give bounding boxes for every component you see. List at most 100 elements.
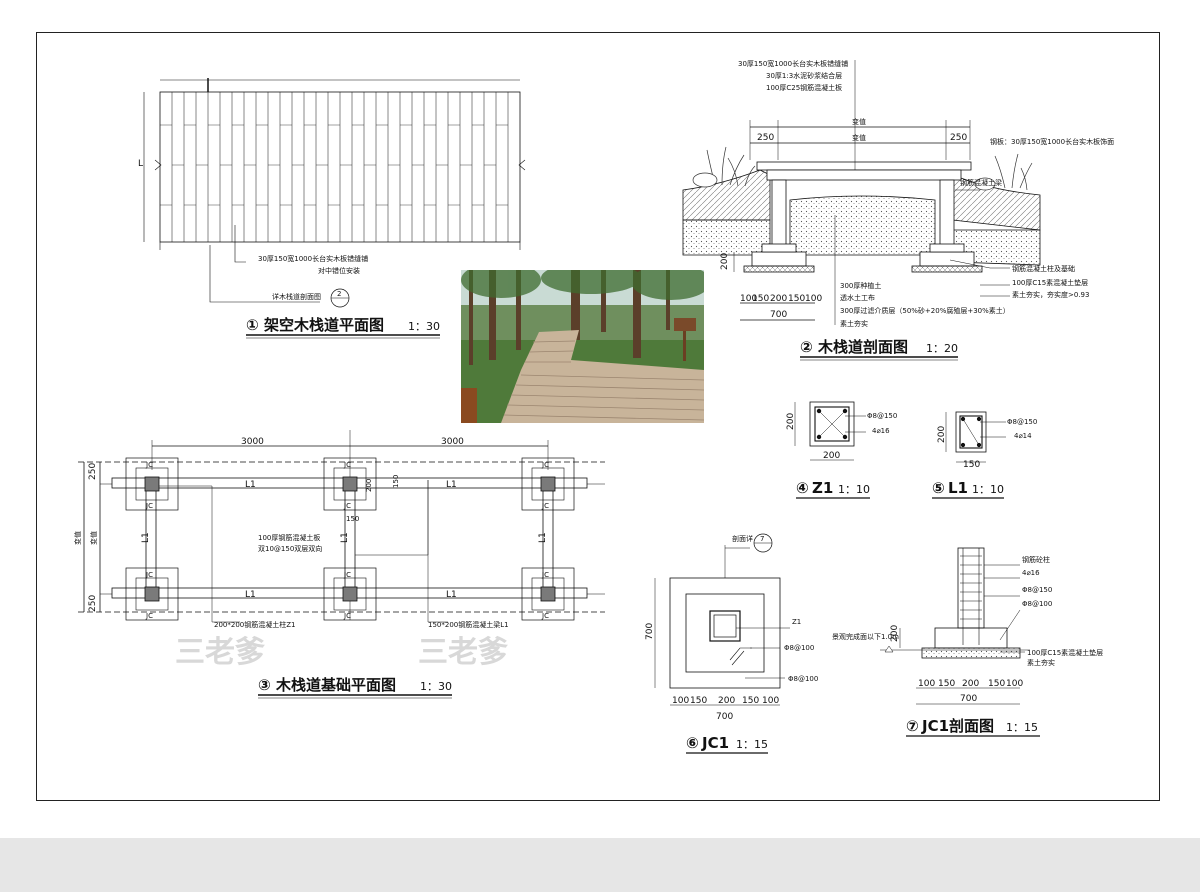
- plan1-title-block: ① 架空木栈道平面图 1：30: [246, 316, 440, 339]
- plan3-beam-top-a: L1: [245, 480, 256, 490]
- svg-text:JC: JC: [541, 502, 549, 510]
- section-dim-var2: 变值: [852, 133, 866, 142]
- z1-title-block: ④ Z1 1：10: [796, 479, 870, 499]
- plan3-d150a: 150: [392, 475, 400, 488]
- section2-num: ②: [800, 338, 813, 356]
- svg-text:JC: JC: [541, 612, 549, 620]
- section-dim-b5: 100: [805, 294, 822, 304]
- plan3-title-block: ③ 木栈道基础平面图 1：30: [258, 676, 452, 699]
- section-side-note3: 素土夯实，夯实度>0.93: [1012, 290, 1089, 299]
- plan3-slab-note2: 双10@150双层双向: [258, 544, 322, 553]
- jc1-plan: [654, 533, 790, 706]
- section-dim-b4: 150: [788, 294, 805, 304]
- l1-dim-h: 200: [937, 426, 947, 443]
- l1-title: L1: [948, 479, 968, 497]
- section2-scale: 1：20: [926, 342, 958, 355]
- section-top-note1: 30厚150宽1000长台实木板错缝铺: [738, 59, 848, 68]
- jc1-title: JC1: [701, 734, 729, 752]
- jc1s-num: ⑦: [906, 717, 919, 735]
- plan3-dim-250a: 250: [88, 463, 98, 480]
- jc1s-title: JC1剖面图: [921, 717, 994, 735]
- jc1s-dim-200: 200: [890, 625, 900, 642]
- plan3-d150b: 150: [346, 515, 359, 523]
- jc1-callout-num: 7: [760, 535, 764, 543]
- jc1s-dim-3: 200: [962, 679, 979, 689]
- deck-planks: [160, 92, 509, 242]
- jc1s-dim-5: 100: [1006, 679, 1023, 689]
- section-right-note: 钢板：30厚150宽1000长台实木板饰面: [990, 137, 1114, 146]
- plan3-dim-3000b: 3000: [441, 437, 464, 447]
- jc1s-note1: 钢筋砼柱: [1022, 555, 1050, 564]
- plan1-num: ①: [246, 316, 259, 334]
- jc1-callout: 剖面详: [732, 534, 753, 543]
- z1-scale: 1：10: [838, 483, 870, 496]
- section-dim-b3: 200: [770, 294, 787, 304]
- plan3-title: 木栈道基础平面图: [275, 676, 396, 694]
- l1-rebar2: 4⌀14: [1014, 432, 1032, 440]
- jc1s-note4: Φ8@100: [1022, 600, 1052, 608]
- jc1s-note5: 100厚C15素混凝土垫层: [1027, 648, 1103, 657]
- jc1-dim-700: 700: [716, 712, 733, 722]
- jc1-dim-700v: 700: [645, 623, 655, 640]
- plan3-num: ③: [258, 676, 271, 694]
- jc1-rebar1: Φ8@100: [784, 644, 814, 652]
- plan3-beam-bot-b: L1: [446, 590, 457, 600]
- plan1-title: 架空木栈道平面图: [263, 316, 384, 334]
- l1-section: [945, 411, 1006, 463]
- z1-rebar2: 4⌀16: [872, 427, 890, 435]
- plan1-note1: 30厚150宽1000长台实木板错缝铺: [258, 254, 368, 263]
- plan3-dim-var1: 变值: [73, 531, 82, 545]
- jc1s-scale: 1：15: [1006, 721, 1038, 734]
- plan1-callout-num: 2: [337, 290, 341, 298]
- svg-text:JC: JC: [343, 612, 351, 620]
- jc1-num: ⑥: [686, 734, 699, 752]
- plan3-beam-bot-a: L1: [245, 590, 256, 600]
- section-top-note2: 30厚1:3水泥砂浆结合层: [766, 71, 842, 80]
- plan3-beam-note: 150*200钢筋混凝土梁L1: [428, 620, 509, 629]
- jc1s-note2: 4⌀16: [1022, 569, 1040, 577]
- l1-num: ⑤: [932, 479, 945, 497]
- z1-dim-h: 200: [786, 413, 796, 430]
- section-dim-250a: 250: [757, 133, 774, 143]
- jc1-scale: 1：15: [736, 738, 768, 751]
- l1-title-block: ⑤ L1 1：10: [932, 479, 1004, 499]
- plan1-dim-l: L: [138, 159, 143, 169]
- jc1s-dim-2: 150: [938, 679, 955, 689]
- drawing-sheet: L 30厚150宽1000长台实木板错缝铺 对中错位安装 详木栈道剖面图 2 ①…: [0, 0, 1200, 838]
- jc1-dim-5: 100: [762, 696, 779, 706]
- svg-text:JC: JC: [541, 571, 549, 579]
- section-dim-b2: 150: [752, 294, 769, 304]
- section-dim-700: 700: [770, 310, 787, 320]
- plan1-scale: 1：30: [408, 320, 440, 333]
- z1-title: Z1: [812, 479, 833, 497]
- section2-title: 木栈道剖面图: [817, 338, 908, 356]
- section-bottom-note1: 300厚种植土: [840, 281, 881, 290]
- plan3-beam-v2: L1: [340, 532, 350, 543]
- svg-text:JC: JC: [541, 461, 549, 469]
- jc1s-dim-4: 150: [988, 679, 1005, 689]
- z1-rebar1: Φ8@150: [867, 412, 897, 420]
- section-dim-250b: 250: [950, 133, 967, 143]
- jc1s-title-block: ⑦ JC1剖面图 1：15: [906, 717, 1040, 737]
- plan3-slab-note1: 100厚钢筋混凝土板: [258, 533, 320, 542]
- plan1-note2: 对中错位安装: [318, 266, 360, 275]
- plan3-dim-3000a: 3000: [241, 437, 264, 447]
- section-bottom-note4: 素土夯实: [840, 319, 868, 328]
- jc1s-dim-700: 700: [960, 694, 977, 704]
- plan3-dim-250b: 250: [88, 595, 98, 612]
- svg-text:JC: JC: [145, 571, 153, 579]
- l1-dim-w: 150: [963, 460, 980, 470]
- section-bottom-note3: 300厚过滤介质层（50%砂+20%腐殖层+30%素土）: [840, 306, 1010, 315]
- jc1s-note6: 素土夯实: [1027, 658, 1055, 667]
- jc1-dim-1: 100: [672, 696, 689, 706]
- plan3-beam-v1: L1: [141, 532, 151, 543]
- z1-dim-w: 200: [823, 451, 840, 461]
- jc1-dim-3: 200: [718, 696, 735, 706]
- boardwalk-photo: [461, 270, 704, 423]
- section-side-note2: 100厚C15素混凝土垫层: [1012, 278, 1088, 287]
- jc1s-note3: Φ8@150: [1022, 586, 1052, 594]
- section-beam-note: 钢筋混凝土梁: [960, 178, 1002, 187]
- svg-text:JC: JC: [343, 461, 351, 469]
- l1-rebar1: Φ8@150: [1007, 418, 1037, 426]
- section-bottom-note2: 透水土工布: [840, 293, 875, 302]
